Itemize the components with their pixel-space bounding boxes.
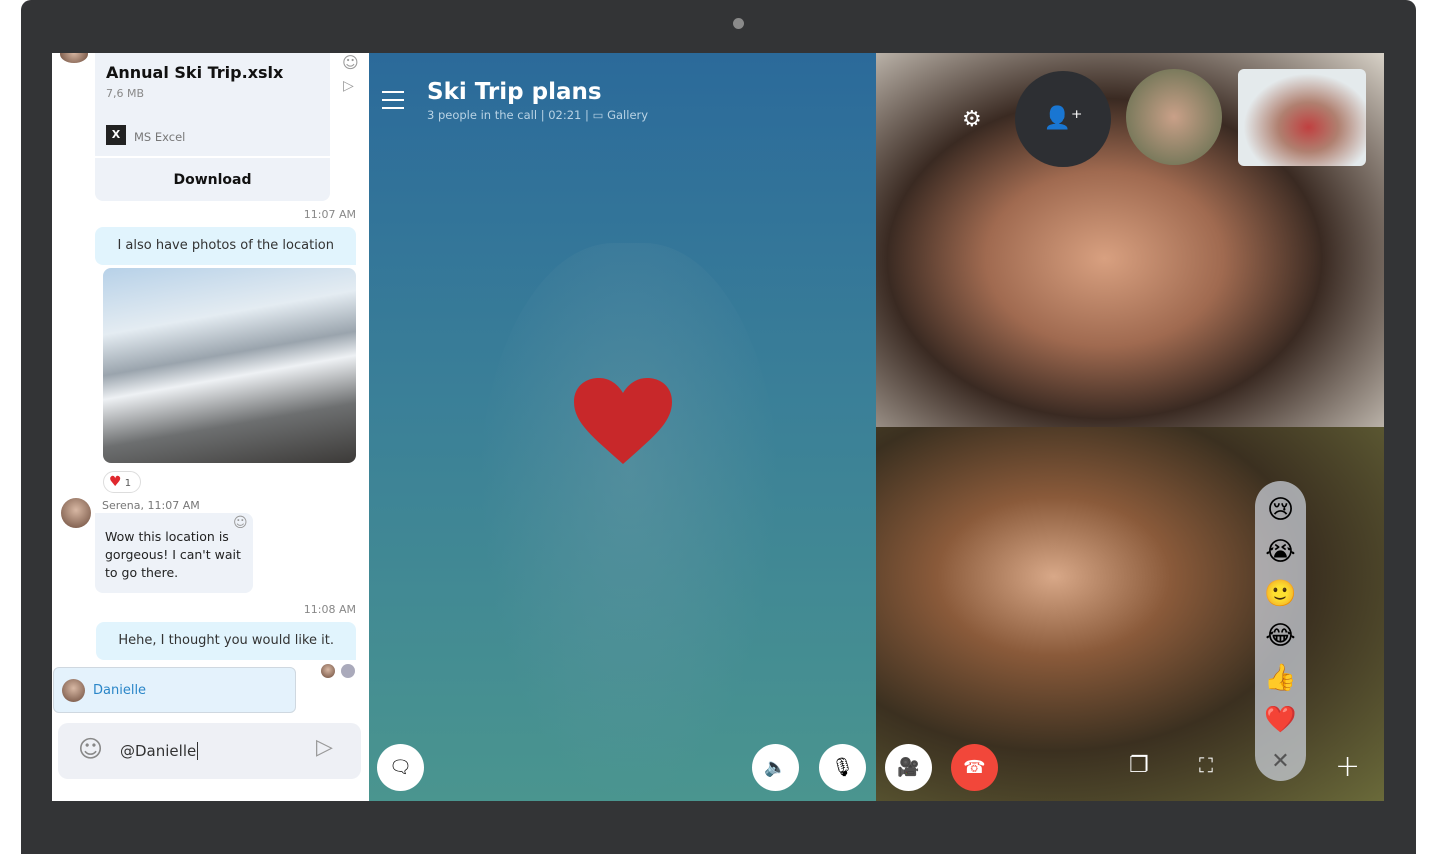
settings-icon[interactable]: ⚙ xyxy=(962,107,982,132)
skype-window: ☺ ▷ Annual Ski Trip.xslx 7,6 MB X MS Exc… xyxy=(52,53,1384,801)
main-video: Ski Trip plans 3 people in the call | 02… xyxy=(369,53,876,801)
participant-thumbnail[interactable] xyxy=(1126,69,1222,165)
camera-dot xyxy=(733,18,744,29)
gallery-icon: ▭ xyxy=(592,108,604,122)
crying-emoji[interactable]: 😭 xyxy=(1255,531,1306,573)
close-icon[interactable]: ✕ xyxy=(1255,741,1306,783)
message-outgoing: Hehe, I thought you would like it. xyxy=(96,622,356,660)
plus-icon[interactable]: + xyxy=(1335,749,1360,784)
heart-emoji[interactable]: ❤️ xyxy=(1255,699,1306,741)
shared-photo[interactable] xyxy=(103,268,356,463)
participant-video-bottom xyxy=(876,427,1384,801)
menu-icon[interactable] xyxy=(382,91,404,109)
call-info: 3 people in the call | 02:21 | xyxy=(427,108,589,122)
call-subtitle: 3 people in the call | 02:21 | ▭ Gallery xyxy=(427,108,648,122)
heart-icon: ♥ xyxy=(109,474,122,490)
speaker-icon: 🔈 xyxy=(764,757,787,778)
snapshot-icon[interactable]: ⛶ xyxy=(1199,753,1213,777)
serena-avatar[interactable] xyxy=(61,498,91,528)
read-receipt-avatar xyxy=(341,664,355,678)
call-title: Ski Trip plans xyxy=(427,79,602,105)
video-button[interactable]: 🎥 xyxy=(885,744,932,791)
compose-box[interactable]: ☺ @Danielle ▷ xyxy=(58,723,361,779)
video-icon: 🎥 xyxy=(897,757,920,778)
mention-name: Danielle xyxy=(93,683,147,698)
chat-button[interactable]: 🗨 xyxy=(377,744,424,791)
message-incoming: Wow this location is gorgeous! I can't w… xyxy=(95,513,253,593)
file-name: Annual Ski Trip.xslx xyxy=(106,63,284,82)
excel-icon: X xyxy=(106,125,126,145)
message-text: Wow this location is gorgeous! I can't w… xyxy=(105,529,241,580)
hangup-icon: ☎ xyxy=(963,757,986,778)
danielle-avatar xyxy=(62,679,85,702)
emoji-icon[interactable]: ☺ xyxy=(342,53,359,72)
reaction-count: 1 xyxy=(124,478,132,489)
avatar xyxy=(60,53,88,63)
speaker-button[interactable]: 🔈 xyxy=(752,744,799,791)
add-participant-button[interactable]: 👤⁺ xyxy=(1015,71,1111,167)
send-icon[interactable]: ▷ xyxy=(316,735,333,760)
chat-panel: ☺ ▷ Annual Ski Trip.xslx 7,6 MB X MS Exc… xyxy=(52,53,369,801)
download-button[interactable]: Download xyxy=(95,156,330,200)
mic-icon: 🎙 xyxy=(831,757,854,778)
emoji-icon[interactable]: ☺ xyxy=(78,735,103,763)
sender-label: Serena, 11:07 AM xyxy=(102,499,200,512)
self-view[interactable] xyxy=(1238,69,1366,166)
sad-emoji[interactable]: 😢 xyxy=(1255,489,1306,531)
hangup-button[interactable]: ☎ xyxy=(951,744,998,791)
mention-suggestion[interactable]: Danielle xyxy=(53,667,296,713)
timestamp: 11:08 AM xyxy=(303,603,356,616)
mic-button[interactable]: 🎙 xyxy=(819,744,866,791)
chat-icon: 🗨 xyxy=(389,757,412,778)
timestamp: 11:07 AM xyxy=(303,208,356,221)
switch-view-icon[interactable]: ❐ xyxy=(1129,753,1149,778)
reaction-badge[interactable]: ♥ 1 xyxy=(103,471,141,493)
thumbs-up-emoji[interactable]: 👍 xyxy=(1255,657,1306,699)
file-app: MS Excel xyxy=(134,130,186,144)
message-outgoing: I also have photos of the location xyxy=(95,227,356,265)
add-person-icon: 👤⁺ xyxy=(1043,106,1083,131)
forward-icon[interactable]: ▷ xyxy=(343,78,354,94)
gallery-button[interactable]: Gallery xyxy=(607,108,648,122)
emoji-icon[interactable]: ☺ xyxy=(233,515,248,531)
smile-emoji[interactable]: 🙂 xyxy=(1255,573,1306,615)
read-receipt-avatar xyxy=(321,664,335,678)
reaction-picker: 😢 😭 🙂 😂 👍 ❤️ ✕ xyxy=(1255,481,1306,781)
file-size: 7,6 MB xyxy=(106,87,145,100)
participant-video xyxy=(479,243,779,801)
heart-reaction-icon xyxy=(574,378,672,464)
laughing-emoji[interactable]: 😂 xyxy=(1255,615,1306,657)
message-input[interactable]: @Danielle xyxy=(120,742,199,760)
